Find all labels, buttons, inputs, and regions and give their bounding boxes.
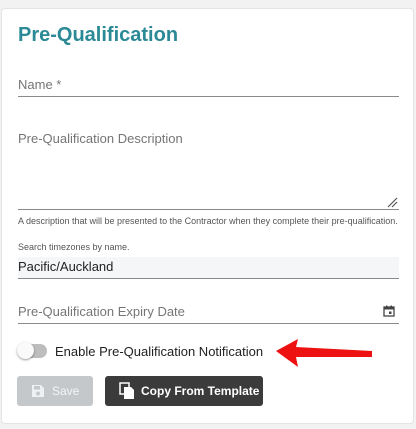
notification-toggle-label: Enable Pre-Qualification Notification (55, 344, 264, 359)
save-button-label: Save (52, 384, 80, 398)
expiry-date-field[interactable]: Pre-Qualification Expiry Date (18, 304, 185, 319)
name-field-underline (18, 96, 399, 97)
expiry-date-underline (18, 323, 399, 324)
notification-toggle[interactable] (17, 342, 47, 359)
copy-from-template-button[interactable]: Copy From Template (105, 376, 263, 406)
name-field[interactable]: Name * (18, 77, 61, 92)
timezone-value: Pacific/Auckland (18, 259, 114, 274)
page-title: Pre-Qualification (18, 24, 179, 46)
red-arrow-annotation (276, 339, 372, 367)
description-field[interactable]: Pre-Qualification Description (18, 131, 183, 146)
copy-icon (119, 382, 134, 399)
timezone-field-underline (18, 278, 399, 279)
timezone-helper-text: Search timezones by name. (18, 242, 130, 252)
toggle-knob (17, 342, 34, 359)
save-icon (32, 385, 44, 397)
calendar-icon[interactable] (383, 305, 395, 317)
save-button[interactable]: Save (17, 376, 93, 406)
description-helper-text: A description that will be presented to … (18, 216, 398, 226)
description-field-underline (18, 209, 399, 210)
resize-handle-icon[interactable] (386, 196, 398, 208)
copy-button-label: Copy From Template (141, 384, 260, 398)
